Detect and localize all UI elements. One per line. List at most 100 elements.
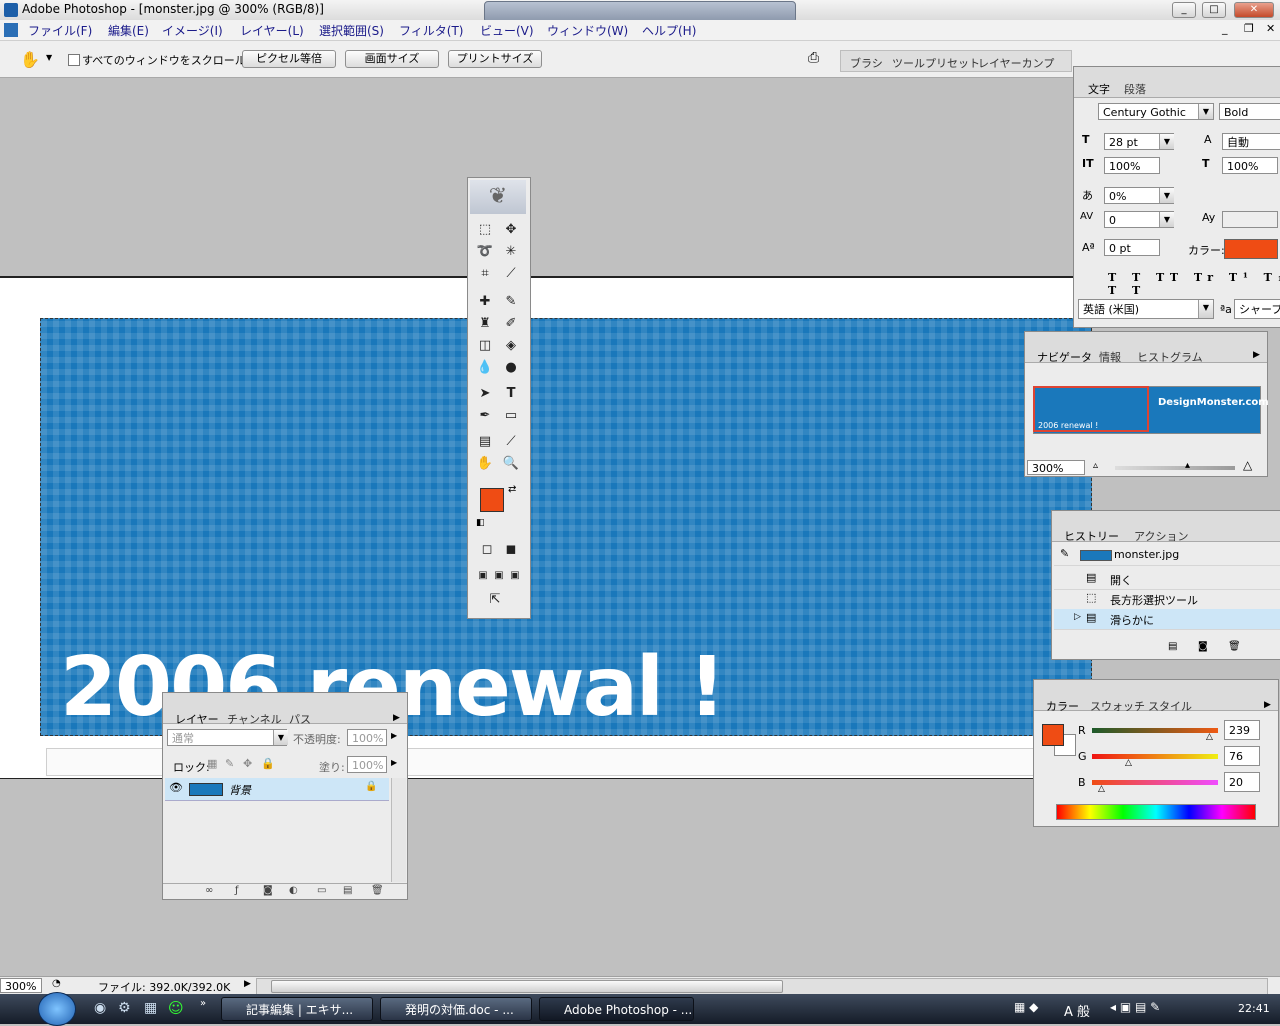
- shape-tool-icon[interactable]: ▭: [500, 406, 522, 426]
- lock-position-icon[interactable]: ✥: [243, 757, 252, 770]
- adjustment-layer-icon[interactable]: ◐: [289, 885, 298, 896]
- chevron-down-icon[interactable]: ▼: [1198, 300, 1213, 318]
- menu-filter[interactable]: フィルタ(T): [399, 22, 463, 39]
- menu-help[interactable]: ヘルプ(H): [642, 22, 696, 39]
- trash-icon[interactable]: 🗑: [1228, 641, 1241, 652]
- language-select[interactable]: 英語 (米国): [1078, 299, 1214, 319]
- font-style-select[interactable]: Bold: [1219, 103, 1280, 120]
- well-tab-brush[interactable]: ブラシ: [850, 55, 883, 71]
- scrollbar-thumb[interactable]: [271, 980, 783, 993]
- chevron-down-icon[interactable]: ▼: [1159, 134, 1174, 149]
- g-value-field[interactable]: 76: [1224, 746, 1260, 766]
- tray-icons[interactable]: ▦ ◆: [1014, 1000, 1038, 1014]
- standard-mode-icon[interactable]: ◻: [476, 540, 498, 560]
- tab-character[interactable]: 文字: [1088, 81, 1110, 97]
- navigator-zoom-slider[interactable]: [1115, 466, 1235, 470]
- doc-restore-button[interactable]: ❐: [1244, 22, 1254, 35]
- ime-indicator[interactable]: A 般: [1064, 1001, 1090, 1020]
- tab-channels[interactable]: チャンネル: [227, 711, 282, 727]
- palette-well-icon[interactable]: ⎙: [808, 50, 819, 66]
- screen-mode-full-icon[interactable]: ▣: [504, 566, 526, 586]
- slider-handle-icon[interactable]: ▴: [1185, 460, 1190, 471]
- new-snapshot-icon[interactable]: ◙: [1198, 641, 1208, 652]
- move-tool-icon[interactable]: ✥: [500, 220, 522, 240]
- blend-mode-select[interactable]: 通常: [167, 729, 287, 746]
- swap-colors-icon[interactable]: ⇄: [508, 484, 516, 495]
- text-color-swatch[interactable]: [1224, 239, 1278, 259]
- crop-tool-icon[interactable]: ⌗: [474, 264, 496, 284]
- layer-style-icon[interactable]: ƒ: [235, 885, 239, 896]
- smiley-icon[interactable]: ☺: [168, 999, 184, 1017]
- kerning-field[interactable]: [1222, 211, 1278, 228]
- history-brush-icon[interactable]: ✐: [500, 314, 522, 334]
- vertical-scale-field[interactable]: 100%: [1104, 157, 1160, 174]
- maximize-button[interactable]: □: [1202, 2, 1226, 18]
- default-colors-icon[interactable]: ◧: [476, 518, 485, 528]
- well-tab-layer-comps[interactable]: レイヤーカンプ: [978, 55, 1054, 71]
- chevron-down-icon[interactable]: ▼: [1198, 104, 1213, 119]
- menu-view[interactable]: ビュー(V): [480, 22, 534, 39]
- navigator-zoom-field[interactable]: 300%: [1027, 460, 1085, 475]
- type-tool-icon[interactable]: T: [500, 384, 522, 404]
- chevron-down-icon[interactable]: ▼: [1159, 188, 1174, 203]
- fg-color-swatch[interactable]: [1042, 724, 1064, 746]
- status-menu-arrow-icon[interactable]: ▶: [244, 979, 251, 989]
- marquee-tool-icon[interactable]: ⬚: [474, 220, 496, 240]
- tab-history[interactable]: ヒストリー: [1064, 528, 1119, 544]
- fill-field[interactable]: 100%: [347, 756, 387, 773]
- lock-transparency-icon[interactable]: ▦: [207, 757, 217, 770]
- baseline-field[interactable]: 0 pt: [1104, 239, 1160, 256]
- b-value-field[interactable]: 20: [1224, 772, 1260, 792]
- blur-tool-icon[interactable]: 💧: [474, 358, 496, 378]
- tab-swatches[interactable]: スウォッチ: [1090, 698, 1145, 714]
- layers-scrollbar[interactable]: [391, 778, 406, 882]
- close-button[interactable]: ✕: [1234, 2, 1274, 18]
- path-select-icon[interactable]: ➤: [474, 384, 496, 404]
- well-tab-tool-presets[interactable]: ツールプリセット: [892, 55, 980, 71]
- tab-layers[interactable]: レイヤー: [175, 711, 219, 727]
- r-value-field[interactable]: 239: [1224, 720, 1260, 740]
- quicklaunch-icon[interactable]: ◉: [94, 1000, 106, 1016]
- b-slider-handle-icon[interactable]: △: [1098, 784, 1105, 794]
- quicklaunch-icon[interactable]: ▦: [144, 1000, 157, 1016]
- menu-image[interactable]: イメージ(I): [162, 22, 223, 39]
- zoom-in-icon[interactable]: △: [1243, 458, 1252, 472]
- chevron-down-icon[interactable]: ▼: [273, 730, 288, 745]
- trash-icon[interactable]: 🗑: [371, 885, 384, 896]
- pen-tool-icon[interactable]: ✒: [474, 406, 496, 426]
- font-family-select[interactable]: Century Gothic: [1098, 103, 1214, 120]
- faux-style-buttons[interactable]: T T TT Tr T¹ T₁ T T: [1108, 271, 1280, 297]
- menu-window[interactable]: ウィンドウ(W): [547, 22, 628, 39]
- history-item-smooth[interactable]: ▷ ▤ 滑らかに: [1054, 609, 1280, 630]
- hand-tool-icon[interactable]: ✋: [474, 454, 496, 474]
- antialias-select[interactable]: シャープ: [1234, 299, 1280, 319]
- navigator-view-box[interactable]: [1033, 386, 1149, 432]
- opacity-field[interactable]: 100%: [347, 729, 387, 746]
- notes-tool-icon[interactable]: ▤: [474, 432, 496, 452]
- b-slider[interactable]: [1092, 780, 1218, 785]
- chevron-down-icon[interactable]: ▼: [1159, 212, 1174, 227]
- minimize-button[interactable]: _: [1172, 2, 1196, 18]
- lasso-tool-icon[interactable]: ➰: [474, 242, 496, 262]
- status-zoom-field[interactable]: 300%: [0, 978, 42, 993]
- healing-brush-icon[interactable]: ✚: [474, 292, 496, 312]
- fill-flyout-icon[interactable]: ▶: [391, 758, 397, 767]
- tab-histogram[interactable]: ヒストグラム: [1137, 349, 1203, 365]
- layer-row-background[interactable]: 👁 背景 🔒: [165, 778, 389, 801]
- menu-file[interactable]: ファイル(F): [28, 22, 92, 39]
- eye-icon[interactable]: 👁: [169, 781, 183, 794]
- doc-close-button[interactable]: ✕: [1266, 22, 1275, 35]
- lock-all-icon[interactable]: 🔒: [261, 757, 275, 770]
- panel-menu-icon[interactable]: ▶: [1264, 700, 1271, 710]
- taskbar-item-photoshop[interactable]: Adobe Photoshop - ...: [539, 997, 694, 1021]
- scroll-all-checkbox[interactable]: [68, 54, 80, 66]
- tab-info[interactable]: 情報: [1099, 349, 1121, 365]
- history-item-open[interactable]: ▤ 開く: [1054, 569, 1280, 590]
- panel-menu-icon[interactable]: ▶: [1253, 350, 1260, 360]
- tab-paths[interactable]: パス: [289, 711, 311, 727]
- print-size-button[interactable]: プリントサイズ: [448, 50, 542, 68]
- mask-icon[interactable]: ◙: [263, 885, 273, 896]
- stamp-tool-icon[interactable]: ♜: [474, 314, 496, 334]
- taskbar-item-word[interactable]: 発明の対価.doc - ...: [380, 997, 532, 1021]
- quickmask-mode-icon[interactable]: ◼: [500, 540, 522, 560]
